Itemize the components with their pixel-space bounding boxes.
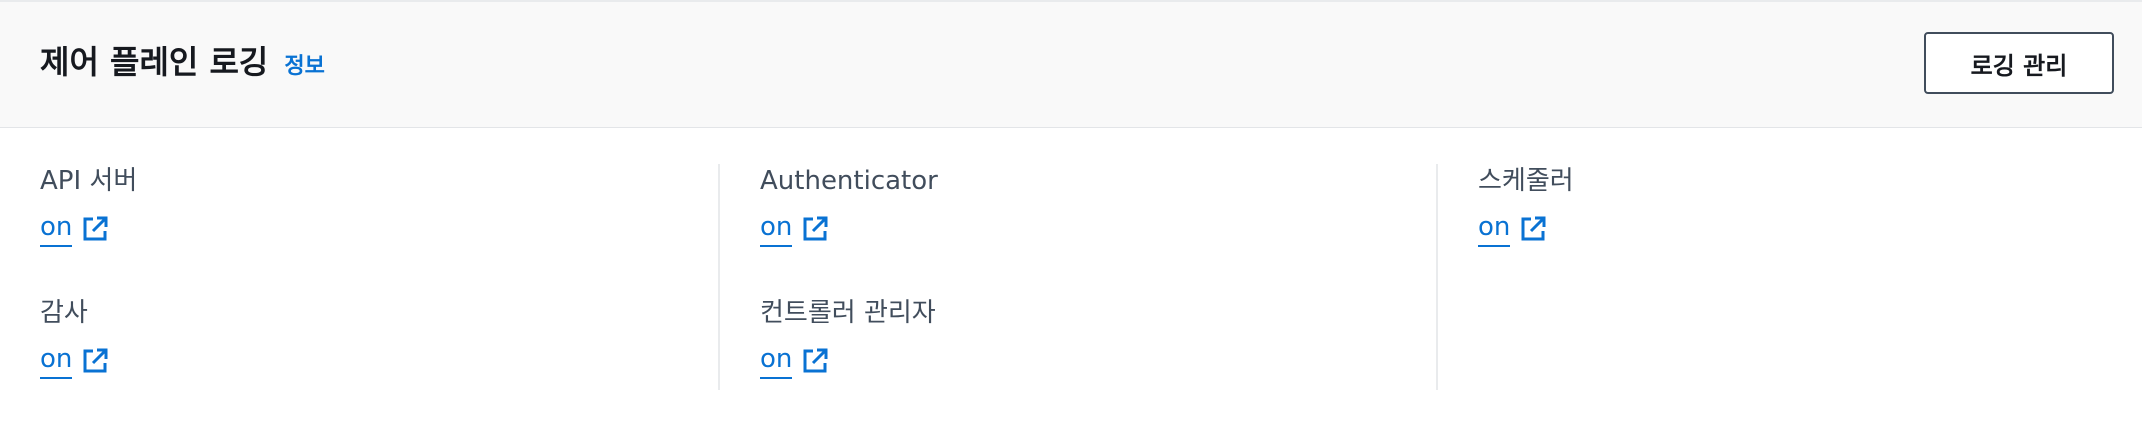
external-link-icon[interactable] (800, 346, 830, 376)
panel-title-group: 제어 플레인 로깅 정보 (40, 40, 325, 84)
kv-value-controller-manager[interactable]: on (760, 342, 793, 379)
kv-audit: 감사 on (40, 296, 718, 426)
column-3: 스케줄러 on (1436, 164, 2102, 390)
kv-scheduler: 스케줄러 on (1478, 164, 2102, 296)
kv-label-audit: 감사 (40, 298, 88, 328)
kv-value-api-server[interactable]: on (40, 210, 73, 247)
kv-label-authenticator: Authenticator (760, 166, 938, 196)
kv-link-audit[interactable]: on (40, 342, 110, 379)
kv-value-scheduler[interactable]: on (1478, 210, 1511, 247)
kv-label-controller-manager: 컨트롤러 관리자 (760, 298, 936, 328)
kv-label-scheduler: 스케줄러 (1478, 166, 1574, 196)
kv-api-server: API 서버 on (40, 164, 718, 296)
external-link-icon[interactable] (80, 214, 110, 244)
panel-title: 제어 플레인 로깅 (40, 43, 269, 81)
external-link-icon[interactable] (1518, 214, 1548, 244)
panel-body: API 서버 on 감사 on Authenticator on 컨트롤러 관리… (0, 164, 2142, 390)
info-link[interactable]: 정보 (284, 48, 324, 80)
kv-link-controller-manager[interactable]: on (760, 342, 830, 379)
column-2: Authenticator on 컨트롤러 관리자 on (718, 164, 1436, 390)
external-link-icon[interactable] (800, 214, 830, 244)
kv-link-authenticator[interactable]: on (760, 210, 830, 247)
kv-link-api-server[interactable]: on (40, 210, 110, 247)
kv-value-authenticator[interactable]: on (760, 210, 793, 247)
kv-value-audit[interactable]: on (40, 342, 73, 379)
external-link-icon[interactable] (80, 346, 110, 376)
control-plane-logging-panel: 제어 플레인 로깅 정보 로깅 관리 API 서버 on 감사 on Authe… (0, 0, 2142, 426)
manage-logging-button[interactable]: 로깅 관리 (1924, 32, 2114, 94)
kv-controller-manager: 컨트롤러 관리자 on (760, 296, 1436, 426)
kv-label-api-server: API 서버 (40, 166, 138, 196)
kv-authenticator: Authenticator on (760, 164, 1436, 296)
kv-link-scheduler[interactable]: on (1478, 210, 1548, 247)
column-1: API 서버 on 감사 on (40, 164, 718, 390)
panel-header: 제어 플레인 로깅 정보 로깅 관리 (0, 2, 2142, 128)
